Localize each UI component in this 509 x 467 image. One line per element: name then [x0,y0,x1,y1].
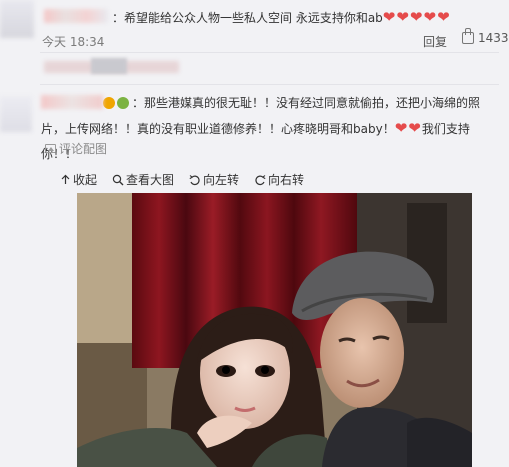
comment-image-label: 评论配图 [59,142,108,156]
view-large-button[interactable]: 查看大图 [112,171,174,188]
image-toolbar: 收起 查看大图 向左转 向右转 [60,171,304,188]
rotate-right-button[interactable]: 向右转 [254,171,304,188]
zoom-icon [112,174,124,185]
level-badge-icon [117,97,129,109]
divider [40,52,499,53]
like-count: 1433 [478,31,509,45]
commenter-avatar-1[interactable] [0,0,34,38]
photo-illustration [77,193,472,467]
commenter-avatar-2[interactable] [0,96,32,132]
collapse-button[interactable]: 收起 [60,171,97,188]
comment-2: ：那些港媒真的很无耻！！没有经过同意就偷拍，还把小海绵的照片，上传网络！！真的没… [41,91,501,167]
comment-image-link[interactable]: 评论配图 [45,140,107,157]
commenter-name-2[interactable] [41,95,103,109]
divider [40,84,499,85]
blurred-line-icon [91,58,127,74]
rotate-left-label: 向左转 [203,173,240,187]
commenter-name-1[interactable] [44,9,108,23]
like-button[interactable]: 1433 [462,28,509,45]
comment-1-time: 今天 18:34 [42,35,105,49]
rotate-left-button[interactable]: 向左转 [189,171,239,188]
heart-emoji-group: ❤❤❤❤❤ [382,8,451,26]
heart-emoji-group: ❤❤ [394,119,422,137]
rotate-right-icon [255,174,266,185]
comment-1: ：希望能给公众人物一些私人空间 永远支持你和ab❤❤❤❤❤ [112,9,451,26]
view-large-label: 查看大图 [126,173,175,187]
collapse-arrow-icon [61,174,70,184]
crown-badge-icon [103,97,115,109]
image-icon [45,144,56,153]
reply-button[interactable]: 回复 [423,33,447,50]
rotate-right-label: 向右转 [268,173,305,187]
thumbs-up-icon [462,28,474,44]
comment-1-text: ：希望能给公众人物一些私人空间 永远支持你和ab [112,11,383,25]
collapse-label: 收起 [73,173,98,187]
comment-photo[interactable] [77,193,472,467]
rotate-left-icon [189,174,200,185]
